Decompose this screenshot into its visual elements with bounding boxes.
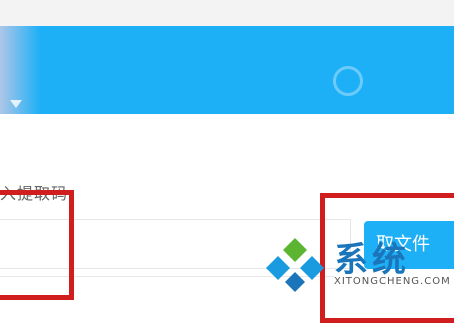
diamond-logo-icon	[266, 238, 324, 292]
browser-top-strip	[0, 0, 454, 26]
highlight-box-input	[0, 190, 74, 300]
caret-down-icon	[10, 100, 22, 108]
loading-spinner-icon	[333, 66, 363, 96]
watermark-brand: 系统	[334, 240, 410, 280]
watermark: 系统 XITONGCHENG.COM	[262, 232, 452, 298]
watermark-url: XITONGCHENG.COM	[334, 276, 451, 287]
header-banner	[0, 26, 454, 114]
